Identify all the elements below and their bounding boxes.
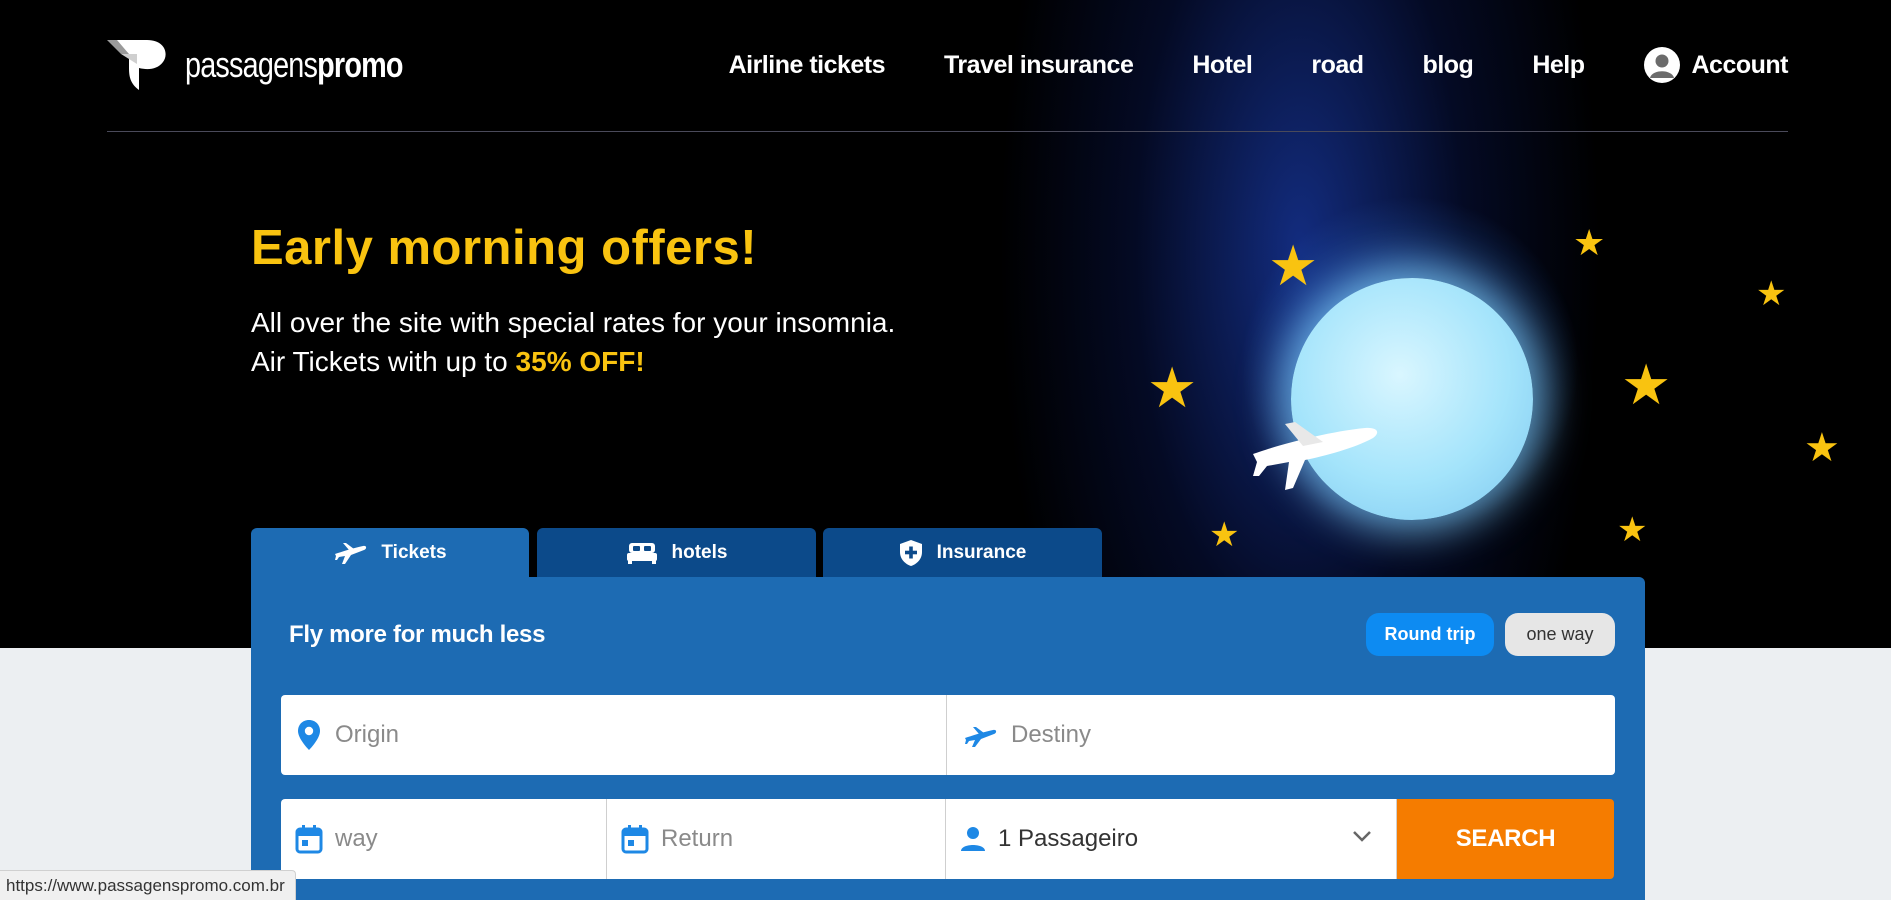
header-divider [107, 131, 1788, 132]
return-date-field[interactable]: Return [607, 799, 946, 879]
hero-line-2-prefix: Air Tickets with up to [251, 346, 516, 377]
star-icon: ★ [1268, 234, 1319, 297]
logo-text-bold: promo [317, 44, 403, 85]
star-icon: ★ [1147, 356, 1198, 419]
star-icon: ★ [1209, 516, 1240, 554]
nav-help[interactable]: Help [1532, 51, 1585, 80]
origin-placeholder: Origin [335, 721, 400, 748]
main-nav: Airline tickets Travel insurance Hotel r… [670, 40, 1788, 90]
one-way-button[interactable]: one way [1505, 613, 1615, 656]
star-icon: ★ [1804, 426, 1840, 470]
calendar-icon [621, 824, 649, 854]
person-icon [960, 826, 986, 852]
tab-insurance-label: Insurance [936, 542, 1027, 563]
star-icon: ★ [1756, 275, 1787, 313]
nav-airline-tickets[interactable]: Airline tickets [729, 51, 886, 80]
site-logo[interactable]: passagenspromo [107, 40, 457, 90]
plane-icon [333, 540, 367, 566]
search-panel: Fly more for much less Round trip one wa… [251, 577, 1645, 900]
shield-icon [899, 539, 923, 567]
search-panel-title: Fly more for much less [289, 621, 546, 648]
star-icon: ★ [1617, 511, 1648, 549]
nav-travel-insurance[interactable]: Travel insurance [944, 51, 1134, 80]
account-label: Account [1691, 50, 1789, 79]
hero-banner: passagenspromo Airline tickets Travel in… [0, 0, 1891, 648]
passengers-select[interactable]: 1 Passageiro [946, 799, 1397, 879]
account-menu[interactable]: Account [1643, 47, 1789, 83]
status-bar-url: https://www.passagenspromo.com.br [0, 870, 296, 900]
passengers-value: 1 Passageiro [998, 825, 1139, 852]
hero-discount: 35% OFF! [515, 346, 645, 377]
date-passenger-fields: way Return 1 Passageiro SEARCH [281, 799, 1614, 879]
tab-tickets[interactable]: Tickets [251, 528, 529, 578]
logo-mark-icon [107, 40, 166, 90]
nav-hotel[interactable]: Hotel [1192, 51, 1253, 80]
logo-text-light: passagens [185, 44, 318, 85]
search-button[interactable]: SEARCH [1397, 799, 1614, 879]
star-icon: ★ [1621, 353, 1672, 416]
round-trip-button[interactable]: Round trip [1366, 613, 1494, 656]
way-date-field[interactable]: way [281, 799, 607, 879]
hero-headline: Early morning offers! [251, 221, 758, 275]
destiny-placeholder: Destiny [1011, 721, 1092, 748]
route-fields: Origin Destiny [281, 695, 1615, 775]
map-pin-icon [297, 719, 321, 751]
tab-hotels-label: hotels [671, 542, 728, 563]
tab-hotels[interactable]: hotels [537, 528, 816, 578]
airplane-illustration-icon [1253, 422, 1378, 490]
nav-blog[interactable]: blog [1423, 51, 1474, 80]
calendar-icon [295, 824, 323, 854]
tab-insurance[interactable]: Insurance [823, 528, 1102, 578]
hero-line-2: Air Tickets with up to 35% OFF! [251, 346, 645, 378]
return-placeholder: Return [661, 825, 734, 852]
logo-text: passagenspromo [185, 44, 404, 86]
hero-line-1: All over the site with special rates for… [251, 307, 896, 338]
destiny-field[interactable]: Destiny [947, 695, 1615, 775]
user-avatar-icon [1643, 47, 1680, 83]
chevron-down-icon [1352, 829, 1372, 848]
bed-icon [626, 541, 658, 565]
plane-landing-icon [963, 722, 997, 748]
star-icon: ★ [1573, 222, 1606, 263]
nav-road[interactable]: road [1311, 51, 1364, 80]
origin-field[interactable]: Origin [281, 695, 947, 775]
tab-tickets-label: Tickets [381, 542, 447, 563]
way-placeholder: way [335, 825, 378, 852]
